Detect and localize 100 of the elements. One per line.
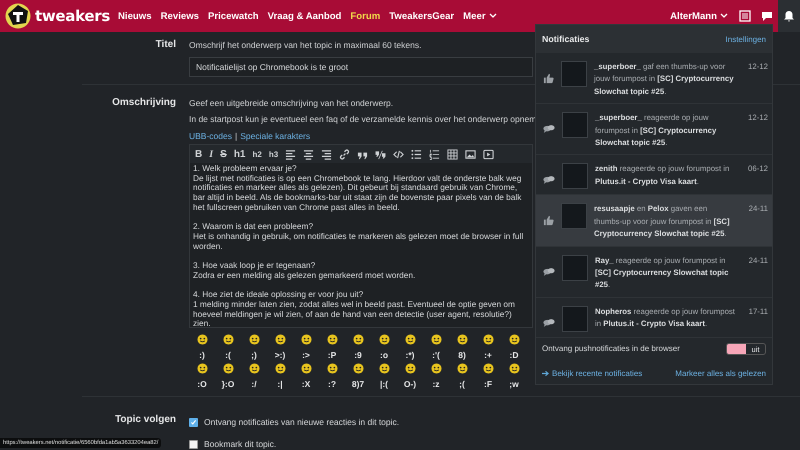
smiley-code: 8) <box>458 350 466 360</box>
align-left-icon <box>285 148 296 160</box>
smiley-icon[interactable] <box>196 334 208 345</box>
smiley-icon[interactable] <box>404 334 416 345</box>
checkbox[interactable] <box>189 418 198 426</box>
smiley-icon[interactable] <box>248 334 260 345</box>
smiley-code: :*) <box>406 350 414 360</box>
mark-all-read-link[interactable]: Markeer alles als gelezen <box>675 368 766 378</box>
format-button[interactable]: h1 <box>230 146 248 162</box>
arrow-right-icon <box>542 370 549 377</box>
list-icon <box>739 10 751 22</box>
smiley-icon[interactable] <box>456 334 468 345</box>
editor-text-line: 4. Hoe ziet de ideale oplossing er voor jou uit? <box>193 290 364 300</box>
smiley-icon[interactable] <box>300 363 312 374</box>
smiley-icon[interactable] <box>352 363 364 374</box>
editor-text-line: notificaties en markeer alles als gelezen). Dit gebeurt bij standaard gebruik van Chrome, <box>193 183 518 194</box>
smiley-code: :'( <box>432 350 440 360</box>
field-hint: Geef een uitgebreide omschrijving van het onderwerp. <box>189 97 394 110</box>
smiley-icon[interactable] <box>352 334 364 345</box>
smiley-icon[interactable] <box>274 334 286 345</box>
avatar-image <box>562 254 588 281</box>
smiley-icon[interactable] <box>326 363 338 374</box>
link-icon <box>339 148 350 160</box>
smiley-icon[interactable] <box>378 334 390 345</box>
field-hint: Omschrijf het onderwerp van het topic in maximaal 60 tekens. <box>189 39 422 52</box>
ubb-codes-link[interactable]: UBB-codes <box>189 131 232 141</box>
logo-text[interactable]: tweakers <box>35 7 110 25</box>
nav-link[interactable]: Pricewatch <box>208 10 259 22</box>
title-input[interactable]: Notificatielijst op Chromebook is te groot <box>189 57 533 77</box>
smiley-icon[interactable] <box>404 363 416 374</box>
smiley-code: :X <box>302 379 310 389</box>
smiley-icon[interactable] <box>222 363 234 374</box>
avatar-image <box>561 203 587 230</box>
video-icon <box>483 148 494 160</box>
bell-icon <box>783 10 795 22</box>
panel-title: Notificaties <box>542 34 590 44</box>
notifications-button[interactable] <box>778 0 800 32</box>
smiley-code: ;( <box>459 379 465 389</box>
smiley-code: O-) <box>404 379 416 389</box>
smiley-icon[interactable] <box>482 334 494 345</box>
unquote-icon <box>375 148 386 160</box>
nav-link[interactable]: Meer <box>463 10 497 22</box>
nav-link[interactable]: Reviews <box>160 10 199 22</box>
format-button[interactable]: B <box>192 146 206 162</box>
thumbs-up-icon <box>543 73 554 84</box>
smiley-icon[interactable] <box>222 334 234 345</box>
checkbox-label[interactable]: Bookmark dit topic. <box>204 439 276 449</box>
text-editor[interactable] <box>189 144 533 328</box>
special-characters-link[interactable]: Speciale karakters <box>240 131 310 141</box>
smiley-icon[interactable] <box>378 363 390 374</box>
editor-text-line: 1. Welk probleem ervaar je? <box>193 164 297 174</box>
checkbox[interactable] <box>189 440 198 448</box>
format-button[interactable]: S <box>217 146 230 162</box>
smiley-icon[interactable] <box>248 363 260 374</box>
image-icon <box>465 148 476 160</box>
format-button[interactable]: h2 <box>249 146 265 162</box>
settings-link[interactable]: Instellingen <box>726 34 766 44</box>
editor-text-line: 1 melding minder laten zien, zodat alles wel in beeld past. Eventueel de optie geven om <box>193 300 515 310</box>
smiley-icon[interactable] <box>508 334 520 345</box>
smiley-code: :/ <box>251 379 257 389</box>
format-button[interactable]: h3 <box>266 146 282 162</box>
smiley-icon[interactable] <box>456 363 468 374</box>
table-icon <box>447 148 458 160</box>
chat-icon <box>761 10 773 22</box>
smiley-code: :( <box>225 350 231 360</box>
editor-text-line: 2. Waarom is dat een probleem? <box>193 222 314 232</box>
smiley-code: ;w <box>509 379 519 389</box>
smiley-icon[interactable] <box>508 363 520 374</box>
push-label: Ontvang pushnotificaties in de browser <box>542 344 680 354</box>
smiley-code: }:O <box>222 379 234 389</box>
logo-icon[interactable] <box>5 3 31 29</box>
nav-link[interactable]: Nieuws <box>118 10 152 22</box>
smiley-icon[interactable] <box>326 334 338 345</box>
chevron-icon <box>720 13 728 19</box>
smiley-code: |:( <box>380 379 388 389</box>
smiley-code: 8)7 <box>352 379 364 389</box>
speech-bubbles-icon <box>543 175 555 186</box>
checkbox-label[interactable]: Ontvang notificaties van nieuwe reacties in dit topic. <box>204 417 400 427</box>
smiley-icon[interactable] <box>274 363 286 374</box>
smiley-icon[interactable] <box>482 363 494 374</box>
bullets-icon <box>411 148 422 160</box>
smiley-icon[interactable] <box>430 334 442 345</box>
recent-notifications-link[interactable]: Bekijk recente notificaties <box>542 368 642 378</box>
user-menu[interactable]: AlterMann <box>670 10 728 22</box>
speech-bubbles-icon <box>543 124 555 134</box>
format-button[interactable]: I <box>206 146 216 162</box>
avatar-image <box>562 112 588 138</box>
smiley-icon[interactable] <box>430 363 442 374</box>
nav-link[interactable]: TweakersGear <box>389 10 454 22</box>
thumbs-up-icon <box>543 215 554 226</box>
avatar-image <box>562 163 588 190</box>
smiley-icon[interactable] <box>300 334 312 345</box>
nav-link[interactable]: Vraag & Aanbod <box>268 10 342 22</box>
field-label: Topic volgen <box>115 413 176 425</box>
smiley-code: :+ <box>484 350 492 360</box>
editor-text-line: Zodra er een melding als gelezen gemarkeerd moet worden. <box>193 270 416 280</box>
avatar-image <box>562 306 588 332</box>
editor-text-line: zien. <box>193 319 211 329</box>
nav-link[interactable]: Forum <box>350 10 380 22</box>
smiley-icon[interactable] <box>196 363 208 374</box>
